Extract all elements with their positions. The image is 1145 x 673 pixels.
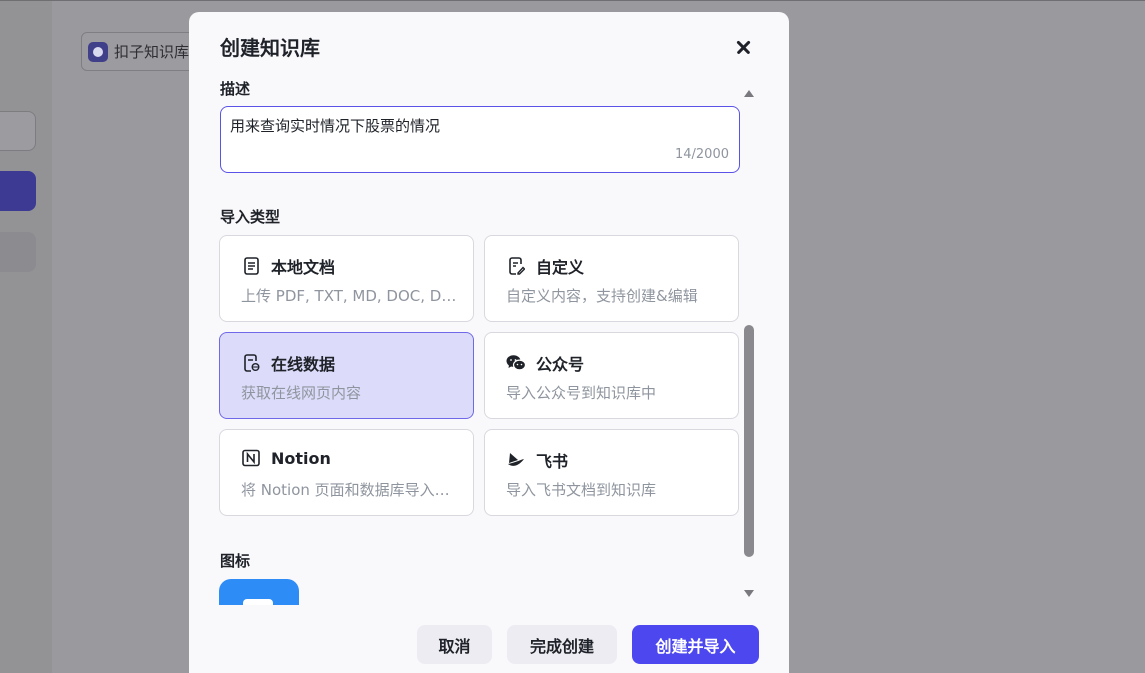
- edit-document-icon: [506, 256, 526, 276]
- create-knowledge-modal: 创建知识库 描述 用来查询实时情况下股票的情况 14/2000 导入类型 本地文…: [189, 12, 789, 673]
- wechat-icon: [506, 353, 526, 373]
- scroll-down-arrow-icon[interactable]: [744, 590, 754, 597]
- card-title: 本地文档: [271, 258, 336, 277]
- card-subtitle: 将 Notion 页面和数据库导入知识库中: [241, 481, 461, 499]
- card-subtitle: 上传 PDF, TXT, MD, DOC, DOCX 格式的本地文件: [241, 287, 461, 305]
- card-title: Notion: [271, 448, 331, 468]
- web-document-icon: [241, 353, 261, 373]
- scroll-up-arrow-icon[interactable]: [744, 90, 754, 97]
- notion-icon: [241, 448, 261, 468]
- card-subtitle: 获取在线网页内容: [241, 384, 362, 402]
- description-textarea[interactable]: 用来查询实时情况下股票的情况 14/2000: [220, 106, 740, 173]
- description-value: 用来查询实时情况下股票的情况: [230, 117, 441, 135]
- card-title: 飞书: [536, 452, 569, 471]
- card-title: 公众号: [536, 355, 585, 374]
- import-card-custom[interactable]: 自定义 自定义内容，支持创建&编辑: [484, 235, 739, 322]
- close-icon[interactable]: [732, 36, 756, 60]
- icon-section-label: 图标: [220, 552, 251, 570]
- cancel-button[interactable]: 取消: [417, 625, 492, 664]
- knowledge-base-icon: [219, 579, 299, 605]
- background-secondary-button: [0, 232, 36, 272]
- knowledge-icon-preview[interactable]: [219, 579, 299, 605]
- card-subtitle: 自定义内容，支持创建&编辑: [506, 287, 698, 305]
- import-card-wechat-official[interactable]: 公众号 导入公众号到知识库中: [484, 332, 739, 419]
- bot-avatar-icon: [88, 41, 108, 62]
- card-subtitle: 导入飞书文档到知识库: [506, 481, 657, 499]
- import-card-notion[interactable]: Notion 将 Notion 页面和数据库导入知识库中: [219, 429, 474, 516]
- import-card-online-data[interactable]: 在线数据 获取在线网页内容: [219, 332, 474, 419]
- import-card-feishu[interactable]: 飞书 导入飞书文档到知识库: [484, 429, 739, 516]
- card-title: 在线数据: [271, 355, 336, 374]
- description-label: 描述: [220, 80, 251, 98]
- background-divider: [0, 0, 1145, 1]
- create-and-import-button[interactable]: 创建并导入: [632, 625, 759, 664]
- background-primary-button: [0, 171, 36, 211]
- import-card-local-document[interactable]: 本地文档 上传 PDF, TXT, MD, DOC, DOCX 格式的本地文件: [219, 235, 474, 322]
- finish-create-button[interactable]: 完成创建: [507, 625, 617, 664]
- document-icon: [241, 256, 261, 276]
- background-chip-label: 扣子知识库: [114, 43, 190, 61]
- description-char-count: 14/2000: [674, 147, 729, 162]
- import-type-label: 导入类型: [220, 208, 281, 226]
- feishu-icon: [506, 450, 526, 470]
- modal-title: 创建知识库: [220, 36, 320, 60]
- background-input: [0, 111, 36, 151]
- background-sidebar: [0, 0, 52, 673]
- card-title: 自定义: [536, 258, 585, 277]
- scrollbar-thumb[interactable]: [744, 325, 754, 557]
- card-subtitle: 导入公众号到知识库中: [506, 384, 657, 402]
